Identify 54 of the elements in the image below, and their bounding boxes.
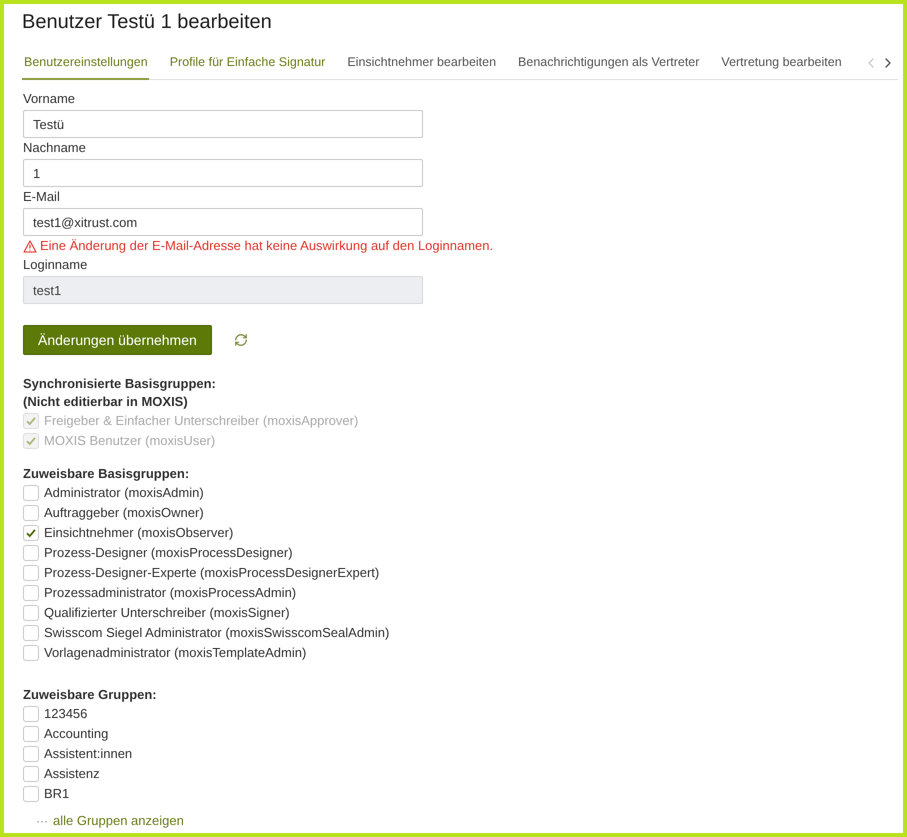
checkbox[interactable]: [23, 485, 39, 501]
tab[interactable]: Benutzereinstellungen: [22, 53, 149, 80]
checkbox-label: BR1: [44, 785, 70, 803]
checkbox[interactable]: [23, 786, 39, 802]
checkbox-label: MOXIS Benutzer (moxisUser): [44, 432, 216, 450]
checkbox[interactable]: [23, 565, 39, 581]
show-all-link[interactable]: alle Gruppen anzeigen: [53, 812, 184, 830]
checkbox-label: Assistent:innen: [44, 745, 132, 763]
checkbox[interactable]: [23, 706, 39, 722]
field-label: Nachname: [23, 139, 87, 157]
checkbox-label: Assistenz: [44, 765, 100, 783]
ellipsis-icon: ···: [36, 813, 48, 829]
tab[interactable]: Profile für Einfache Signatur: [168, 53, 326, 80]
checkbox-label: Auftraggeber (moxisOwner): [44, 504, 204, 522]
checkbox-label: Prozess-Designer-Experte (moxisProcessDesignerExpert): [44, 564, 380, 582]
checkbox-label: Prozess-Designer (moxisProcessDesigner): [44, 544, 293, 562]
checkbox-label: Swisscom Siegel Administrator (moxisSwisscomSealAdmin): [44, 624, 390, 642]
checkbox[interactable]: [23, 605, 39, 621]
field-label: Loginname: [23, 256, 88, 274]
save-button[interactable]: Änderungen übernehmen: [23, 325, 212, 355]
checkbox-label: Prozessadministrator (moxisProcessAdmin): [44, 584, 296, 602]
section-heading: Synchronisierte Basisgruppen:: [23, 375, 217, 393]
warning-icon: [23, 240, 37, 252]
section-heading: Zuweisbare Basisgruppen:: [23, 465, 190, 483]
tab[interactable]: Einsichtnehmer bearbeiten: [345, 53, 498, 80]
checkbox[interactable]: [23, 585, 39, 601]
checkbox-label: 123456: [44, 705, 88, 723]
checkbox-label: Einsichtnehmer (moxisObserver): [44, 524, 234, 542]
checkbox[interactable]: [23, 545, 39, 561]
checkbox[interactable]: [23, 766, 39, 782]
section-heading: (Nicht editierbar in MOXIS): [23, 393, 189, 411]
checkbox[interactable]: [23, 645, 39, 661]
input-field[interactable]: Testü: [23, 110, 423, 138]
input-field[interactable]: 1: [23, 159, 423, 187]
checkbox-label: Administrator (moxisAdmin): [44, 484, 204, 502]
checkbox[interactable]: [23, 505, 39, 521]
page-title: Benutzer Testü 1 bearbeiten: [22, 10, 273, 34]
field-label: E-Mail: [23, 188, 61, 206]
field-label: Vorname: [23, 90, 76, 108]
tab[interactable]: Benachrichtigungen als Vertreter: [516, 53, 700, 80]
checkbox[interactable]: [23, 746, 39, 762]
warning-message: Eine Änderung der E-Mail-Adresse hat keine Auswirkung auf den Loginnamen.: [40, 237, 494, 255]
checkbox[interactable]: [23, 726, 39, 742]
section-heading: Zuweisbare Gruppen:: [23, 686, 158, 704]
checkbox[interactable]: [23, 525, 39, 541]
checkbox-label: Qualifizierter Unterschreiber (moxisSigner): [44, 604, 290, 622]
checkbox-label: Accounting: [44, 725, 108, 743]
input-field[interactable]: test1@xitrust.com: [23, 208, 423, 236]
checkbox-label: Freigeber & Einfacher Unterschreiber (moxisApprover): [44, 412, 358, 430]
tab[interactable]: Vertretung bearbeiten: [719, 53, 843, 80]
checkbox[interactable]: [23, 625, 39, 641]
refresh-icon[interactable]: [234, 333, 248, 347]
checkmark-icon: [26, 528, 36, 538]
checkbox-label: Vorlagenadministrator (moxisTemplateAdmin): [44, 644, 306, 662]
